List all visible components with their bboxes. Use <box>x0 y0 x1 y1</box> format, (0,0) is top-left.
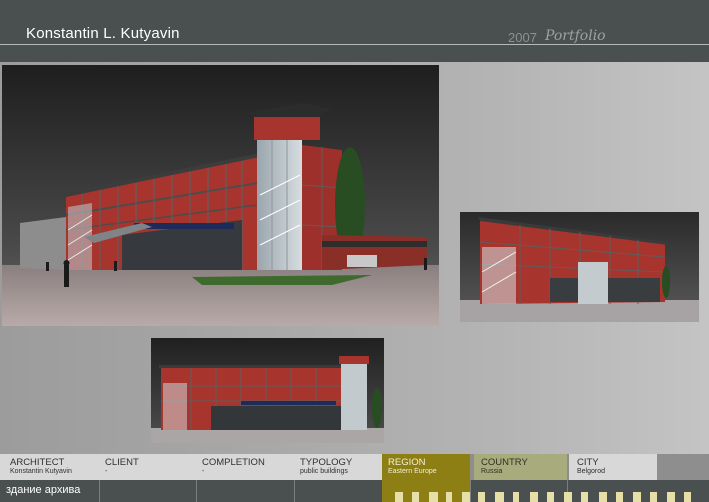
portfolio-label: Portfolio <box>545 28 606 44</box>
completion-value: - <box>202 468 205 475</box>
city-cell: CITY Belgorod <box>569 454 657 480</box>
typology-value: public buildings <box>300 468 348 475</box>
city-label: CITY <box>577 457 599 468</box>
country-label: COUNTRY <box>481 457 528 468</box>
client-value: - <box>105 468 108 475</box>
typology-cell: TYPOLOGY public buildings <box>294 454 382 480</box>
header-bar: Konstantin L. Kutyavin 2007 Portfolio <box>0 0 709 62</box>
typology-label: TYPOLOGY <box>300 457 353 468</box>
region-cell: REGION Eastern Europe <box>382 454 470 480</box>
portfolio-year: 2007 <box>508 30 537 45</box>
strip-divider <box>294 480 295 502</box>
region-value: Eastern Europe <box>388 468 437 475</box>
architect-name: Konstantin L. Kutyavin <box>26 25 180 42</box>
region-label: REGION <box>388 457 426 468</box>
completion-label: COMPLETION <box>202 457 265 468</box>
strip-divider <box>196 480 197 502</box>
strip-divider <box>99 480 100 502</box>
side-elevation-render <box>460 212 699 322</box>
architect-label: ARCHITECT <box>10 457 65 468</box>
country-value: Russia <box>481 468 503 475</box>
architect-cell: ARCHITECT Konstantin Kutyavin <box>0 454 99 480</box>
front-elevation-render <box>151 338 384 443</box>
caption-strip: здание архива <box>0 480 709 502</box>
perspective-render <box>2 65 439 326</box>
country-cell: COUNTRY Russia <box>474 454 567 480</box>
client-label: CLIENT <box>105 457 139 468</box>
completion-cell: COMPLETION - <box>196 454 294 480</box>
building-caption: здание архива <box>6 484 81 496</box>
header-rule <box>0 44 709 45</box>
city-value: Belgorod <box>577 468 606 475</box>
strip-divider <box>470 480 471 502</box>
project-info-bar: ARCHITECT Konstantin Kutyavin CLIENT - C… <box>0 454 709 502</box>
architect-value: Konstantin Kutyavin <box>10 468 72 475</box>
client-cell: CLIENT - <box>99 454 196 480</box>
